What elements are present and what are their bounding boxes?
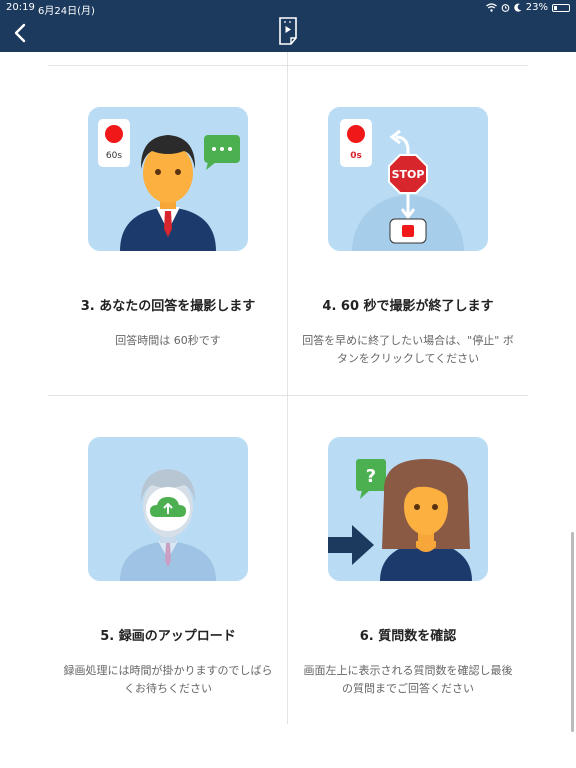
question-mark-label: ? xyxy=(366,466,376,487)
app-header: 20:19 6月24日(月) 23% xyxy=(0,0,576,52)
upload-illustration xyxy=(88,437,248,581)
battery-percent: 23% xyxy=(525,2,548,13)
card-title: 6. 質問数を確認 xyxy=(359,629,457,644)
status-time: 20:19 xyxy=(6,2,35,13)
scrollbar[interactable] xyxy=(571,532,574,732)
moon-icon xyxy=(514,3,522,12)
stop-sign-label: STOP xyxy=(392,168,425,181)
instruction-card-upload: 5. 録画のアップロード 録画処理には時間が掛かりますのでしばらくお待ちください xyxy=(48,382,288,712)
timer-badge-label: 60s xyxy=(106,151,122,161)
status-icons: 23% xyxy=(485,2,570,13)
battery-icon xyxy=(552,3,570,12)
card-title: 3. あなたの回答を撮影します xyxy=(80,299,256,314)
instruction-card-question-count: ? 6. 質問数を確認 画面左上に表示される質問数を確認し最後の質問までご回答く… xyxy=(288,382,528,712)
card-title: 5. 録画のアップロード xyxy=(100,629,236,644)
timer-badge-label: 0s xyxy=(350,151,362,161)
instruction-card-stop: 0s STOP 4. 60 秒で撮影が終了します 回答を早めに終了したい場合は、… xyxy=(288,52,528,382)
card-title: 4. 60 秒で撮影が終了します xyxy=(322,299,494,314)
stop-recording-illustration: 0s STOP xyxy=(328,107,488,251)
wifi-icon xyxy=(485,3,497,12)
card-description: 画面左上に表示される質問数を確認し最後の質問までご回答ください xyxy=(303,664,513,695)
status-date: 6月24日(月) xyxy=(38,6,95,17)
instructions-grid: 60s 3. あなたの回答を撮影します 回答時間は 60秒です 0s STOP … xyxy=(0,52,576,768)
back-button[interactable] xyxy=(10,22,32,44)
card-description: 回答を早めに終了したい場合は、"停止" ボタンをクリックしてください xyxy=(302,334,514,365)
record-answer-illustration: 60s xyxy=(88,107,248,251)
card-description: 録画処理には時間が掛かりますのでしばらくお待ちください xyxy=(63,664,273,695)
card-description: 回答時間は 60秒です xyxy=(115,334,221,347)
question-count-illustration: ? xyxy=(328,437,488,581)
alarm-icon xyxy=(501,4,510,12)
instruction-card-record: 60s 3. あなたの回答を撮影します 回答時間は 60秒です xyxy=(48,52,288,382)
video-document-icon xyxy=(279,17,297,45)
